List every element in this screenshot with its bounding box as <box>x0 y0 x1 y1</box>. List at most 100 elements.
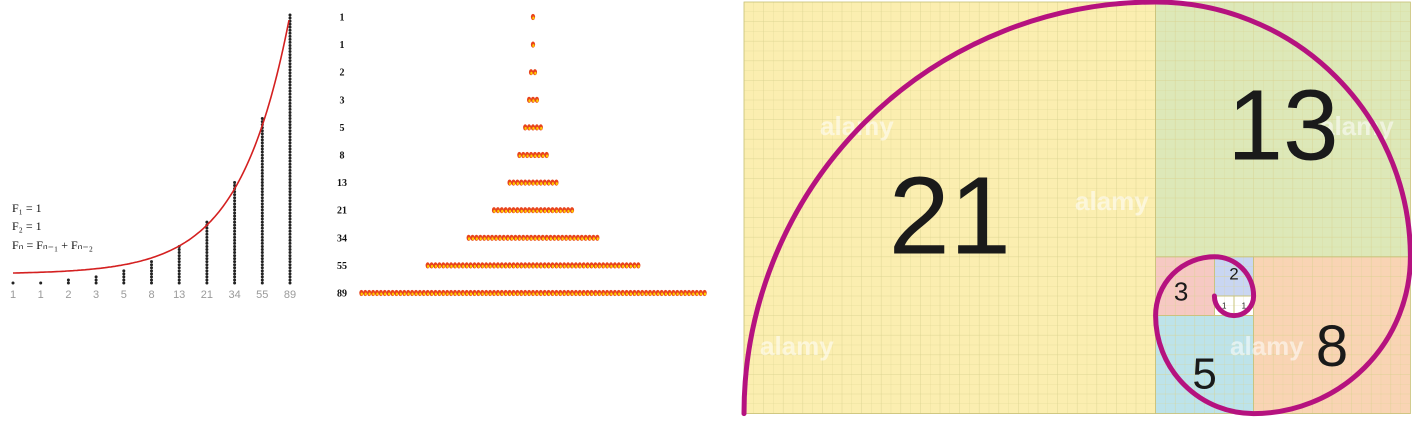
seed-core <box>664 292 668 296</box>
dot <box>288 156 292 160</box>
seed-core <box>536 292 539 296</box>
seed-core <box>551 182 555 186</box>
dot <box>288 37 292 41</box>
dot <box>288 132 292 136</box>
seed-core <box>454 292 457 296</box>
seed-core <box>501 209 504 213</box>
dot <box>233 217 237 221</box>
row-label: 21 <box>337 206 347 217</box>
seed-core <box>586 292 590 296</box>
x-axis-label: 89 <box>284 289 296 301</box>
seed-core <box>645 292 648 296</box>
dot <box>260 263 264 267</box>
square-label: 13 <box>1227 70 1338 182</box>
seed-core <box>553 237 556 241</box>
seed-core <box>491 237 494 241</box>
dot <box>205 266 209 270</box>
seed-core <box>555 182 558 186</box>
seed-core <box>528 292 531 296</box>
dot <box>288 135 292 139</box>
seed-core <box>633 264 636 268</box>
dot <box>177 272 181 276</box>
seed-core <box>462 264 465 268</box>
square-label: 5 <box>1192 349 1216 398</box>
dot <box>260 205 264 209</box>
dot <box>205 263 209 267</box>
dot <box>233 235 237 239</box>
fibonacci-dot-chart: 1 1 2 3 5 8 13 21 34 55 89 F₁ = 1 F₂ = 1 Fₙ = Fₙ₋₁… <box>0 8 358 323</box>
dot <box>288 229 292 233</box>
seed-core <box>610 264 613 268</box>
dot <box>260 214 264 218</box>
formula-line-1: F₁ = 1 <box>12 201 42 215</box>
seed-core <box>458 292 461 296</box>
seed-core <box>481 292 484 296</box>
dot <box>260 232 264 236</box>
dot <box>260 193 264 197</box>
dot <box>260 162 264 166</box>
dot <box>288 120 292 124</box>
seed-row <box>527 96 540 103</box>
seed-core <box>536 209 539 213</box>
dot <box>233 223 237 227</box>
seed-core <box>526 237 529 241</box>
seed-core <box>547 182 551 186</box>
dot <box>11 281 15 285</box>
seed-core <box>446 292 449 296</box>
seed-core <box>512 264 516 268</box>
dot <box>260 257 264 261</box>
square-label: 21 <box>889 154 1011 277</box>
dot <box>288 147 292 151</box>
row-label: 2 <box>340 68 345 79</box>
seed-core <box>493 209 496 213</box>
illustration-canvas: 1 1 2 3 5 8 13 21 34 55 89 F₁ = 1 F₂ = 1 Fₙ = Fₙ₋₁… <box>0 0 1412 421</box>
dot-column <box>205 220 209 285</box>
seed-core <box>594 264 597 268</box>
dot <box>288 196 292 200</box>
row-label: 1 <box>340 13 345 24</box>
dot <box>288 47 292 50</box>
dot <box>260 184 264 188</box>
x-axis-label: 8 <box>148 289 154 301</box>
seed-core <box>485 264 488 268</box>
dot <box>260 190 264 194</box>
seed-core <box>629 264 633 268</box>
dot <box>205 251 209 255</box>
dot <box>150 269 153 273</box>
seed-core <box>567 292 570 296</box>
dot <box>288 114 292 117</box>
seed-core <box>391 292 395 296</box>
seed-core <box>696 292 699 296</box>
seed-core <box>384 292 387 296</box>
dot <box>288 31 292 35</box>
seed-core <box>380 292 383 296</box>
dot <box>233 278 237 282</box>
dot <box>260 165 264 169</box>
seed-core <box>497 209 500 213</box>
seed-core <box>510 237 514 241</box>
seed-core <box>434 292 437 296</box>
seed-core <box>618 292 621 296</box>
seed-core <box>427 264 430 268</box>
dot <box>288 281 292 285</box>
seed-core <box>522 154 525 158</box>
seed-core <box>499 237 502 241</box>
seed-core <box>571 264 574 268</box>
seed-core <box>524 292 527 296</box>
dot <box>205 248 209 251</box>
row-label: 55 <box>337 261 347 272</box>
seed-core <box>540 292 543 296</box>
seed-core <box>430 292 434 296</box>
seed-core <box>473 264 476 268</box>
seed-core <box>532 99 535 103</box>
seed-core <box>528 209 531 213</box>
dot-column <box>39 281 43 285</box>
seed-core <box>520 182 523 186</box>
seed-core <box>477 264 480 268</box>
dot <box>66 281 70 285</box>
seed-core <box>532 126 535 130</box>
dot <box>205 281 209 285</box>
dot <box>233 181 237 184</box>
dot <box>288 141 292 145</box>
seed-core <box>542 237 545 241</box>
